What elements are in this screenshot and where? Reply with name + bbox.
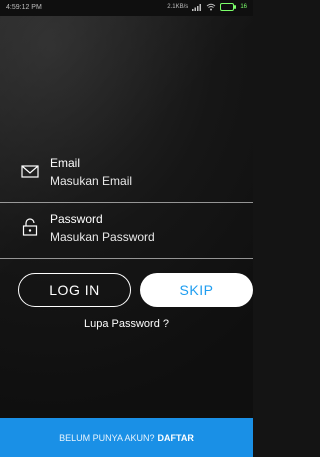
network-speed: 2.1KB/s [167,4,189,10]
login-screen: 4:59:12 PM 2.1KB/s 16 Email Masukan Emai… [0,0,253,457]
signup-link[interactable]: DAFTAR [158,433,194,443]
login-button[interactable]: LOG IN [18,273,131,307]
signup-bar[interactable]: BELUM PUNYA AKUN? DAFTAR [0,418,253,457]
email-input[interactable] [50,172,250,190]
battery-level: 16 [240,4,247,10]
email-field-group: Email [18,156,253,200]
skip-button[interactable]: SKIP [140,273,253,307]
forgot-password-link[interactable]: Lupa Password ? [0,318,253,330]
status-icons: 2.1KB/s 16 [167,3,247,11]
password-label: Password [50,212,103,226]
password-input[interactable] [50,228,250,246]
signup-prompt: BELUM PUNYA AKUN? [59,432,155,443]
status-time: 4:59:12 PM [6,4,42,11]
lock-icon [22,218,38,236]
wifi-icon [206,3,216,11]
password-field-group: Password [18,212,253,256]
password-divider [0,258,253,259]
status-bar: 4:59:12 PM 2.1KB/s 16 [0,0,253,16]
battery-icon [220,3,237,11]
email-label: Email [50,156,81,170]
email-divider [0,202,253,203]
signal-icon [192,4,202,11]
envelope-icon [21,165,39,178]
